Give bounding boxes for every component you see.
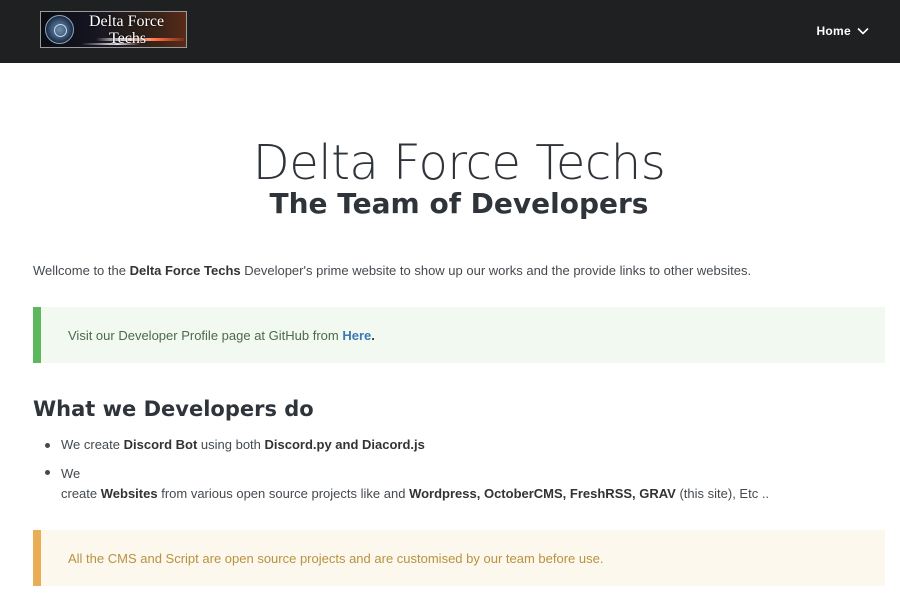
top-navbar: Delta Force Techs Home [0,0,900,63]
github-link[interactable]: Here [342,328,371,343]
intro-paragraph: Wellcome to the Delta Force Techs Develo… [33,263,885,278]
logo-text: Delta Force Techs [89,13,164,47]
cms-notice-text: All the CMS and Script are open source p… [68,550,604,566]
cms-notice: All the CMS and Script are open source p… [33,530,885,586]
github-notice-text: Visit our Developer Profile page at GitH… [68,327,343,343]
list-item-bold: Websites [100,486,158,501]
emblem-icon [45,15,74,44]
logo-text-line1: Delta Force [89,13,165,30]
page-title: Delta Force Techs [252,135,666,191]
list-item-text: create [61,486,101,501]
nav-home-label: Home [816,24,851,38]
list-item-text: (this site), Etc .. [675,486,770,501]
chevron-down-icon [857,27,869,35]
github-notice-end: . [371,327,375,343]
page-subtitle: The Team of Developers [269,187,649,220]
list-item-bold: Wordpress, OctoberCMS, FreshRSS, GRAV [409,486,676,501]
site-logo[interactable]: Delta Force Techs [40,11,187,48]
list-item-text: from various open source projects like a… [157,486,410,501]
section-heading: What we Developers do [33,397,314,421]
list-item-bold: Discord.py and Diacord.js [264,437,425,452]
intro-brand: Delta Force Techs [129,263,241,278]
intro-suffix: Developer's prime website to show up our… [240,263,752,278]
list-item-text: using both [197,437,265,452]
list-item-text: We create [61,437,124,452]
github-notice: Visit our Developer Profile page at GitH… [33,307,885,363]
list-item: We create Discord Bot using both Discord… [33,437,885,464]
nav-home-dropdown[interactable]: Home [816,22,869,40]
list-item-text: We [61,466,81,481]
list-item: We create Websites from various open sou… [33,464,885,504]
logo-text-line2: Techs [109,30,147,47]
intro-prefix: Wellcome to the [33,263,130,278]
activities-list: We create Discord Bot using both Discord… [33,437,885,504]
list-item-bold: Discord Bot [123,437,198,452]
